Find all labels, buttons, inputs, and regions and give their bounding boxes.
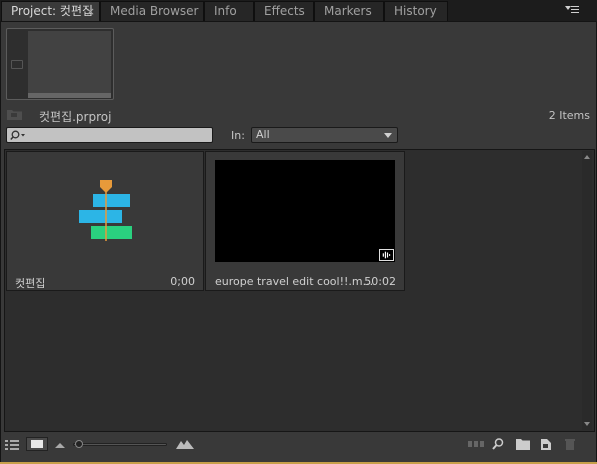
item-count: 2 Items: [548, 109, 590, 122]
new-item-icon[interactable]: [539, 437, 553, 451]
items-grid[interactable]: 컷편집 0;00 europe travel edit cool!!.m... …: [4, 149, 595, 432]
list-view-icon[interactable]: [4, 437, 20, 451]
in-filter-label: In:: [231, 129, 245, 142]
scroll-up-icon[interactable]: [584, 155, 590, 159]
preview-thumbnail: [6, 28, 114, 100]
zoom-in-icon[interactable]: [175, 437, 195, 451]
tab-history[interactable]: History: [384, 1, 448, 21]
film-icon: [11, 60, 23, 69]
item-name: europe travel edit cool!!.m...: [215, 275, 374, 288]
search-icon[interactable]: [10, 130, 26, 141]
automate-to-sequence-icon[interactable]: [467, 437, 485, 451]
tab-history-label: History: [394, 4, 437, 18]
scroll-down-icon[interactable]: [584, 422, 590, 426]
video-thumbnail: [215, 160, 395, 262]
list-item-video[interactable]: europe travel edit cool!!.m... 50:02: [205, 151, 405, 291]
audio-icon: [379, 249, 394, 261]
tab-effects-label: Effects: [264, 4, 305, 18]
tab-markers[interactable]: Markers: [314, 1, 384, 21]
panel-tab-bar: Project: 컷편집 × Media Browser Info Effect…: [0, 0, 597, 21]
chevron-down-icon: [384, 133, 392, 138]
tab-markers-label: Markers: [324, 4, 372, 18]
tab-media-browser-label: Media Browser: [110, 4, 199, 18]
search-field[interactable]: [6, 127, 213, 143]
in-filter-value: All: [256, 128, 270, 141]
find-icon[interactable]: [491, 437, 505, 451]
new-bin-icon[interactable]: [515, 437, 531, 451]
folder-icon: [7, 110, 22, 120]
in-filter-dropdown[interactable]: All: [251, 127, 398, 143]
sequence-icon: [79, 180, 132, 241]
icon-view-icon[interactable]: [26, 437, 48, 451]
tab-project-label: Project: 컷편집: [11, 4, 94, 18]
tab-info-label: Info: [214, 4, 237, 18]
tab-media-browser[interactable]: Media Browser: [100, 1, 204, 21]
zoom-slider[interactable]: [73, 443, 167, 446]
tab-effects[interactable]: Effects: [254, 1, 314, 21]
clear-icon[interactable]: [563, 437, 577, 451]
panel-menu-icon[interactable]: [565, 3, 583, 17]
item-name: 컷편집: [15, 277, 46, 290]
search-input[interactable]: [27, 128, 207, 142]
vertical-scrollbar[interactable]: [582, 151, 592, 430]
project-panel: 컷편집.prproj 2 Items In: All 컷편집 0;00 euro…: [0, 21, 597, 464]
tab-project[interactable]: Project: 컷편집 ×: [1, 1, 100, 21]
tab-info[interactable]: Info: [204, 1, 254, 21]
zoom-slider-handle[interactable]: [75, 440, 83, 448]
zoom-out-icon[interactable]: [53, 437, 67, 451]
project-file-name: 컷편집.prproj: [39, 110, 112, 124]
item-duration: 50:02: [364, 275, 396, 288]
bottom-toolbar: [1, 435, 596, 453]
item-duration: 0;00: [170, 275, 195, 288]
close-icon[interactable]: ×: [86, 2, 95, 21]
list-item-sequence[interactable]: 컷편집 0;00: [6, 151, 204, 291]
